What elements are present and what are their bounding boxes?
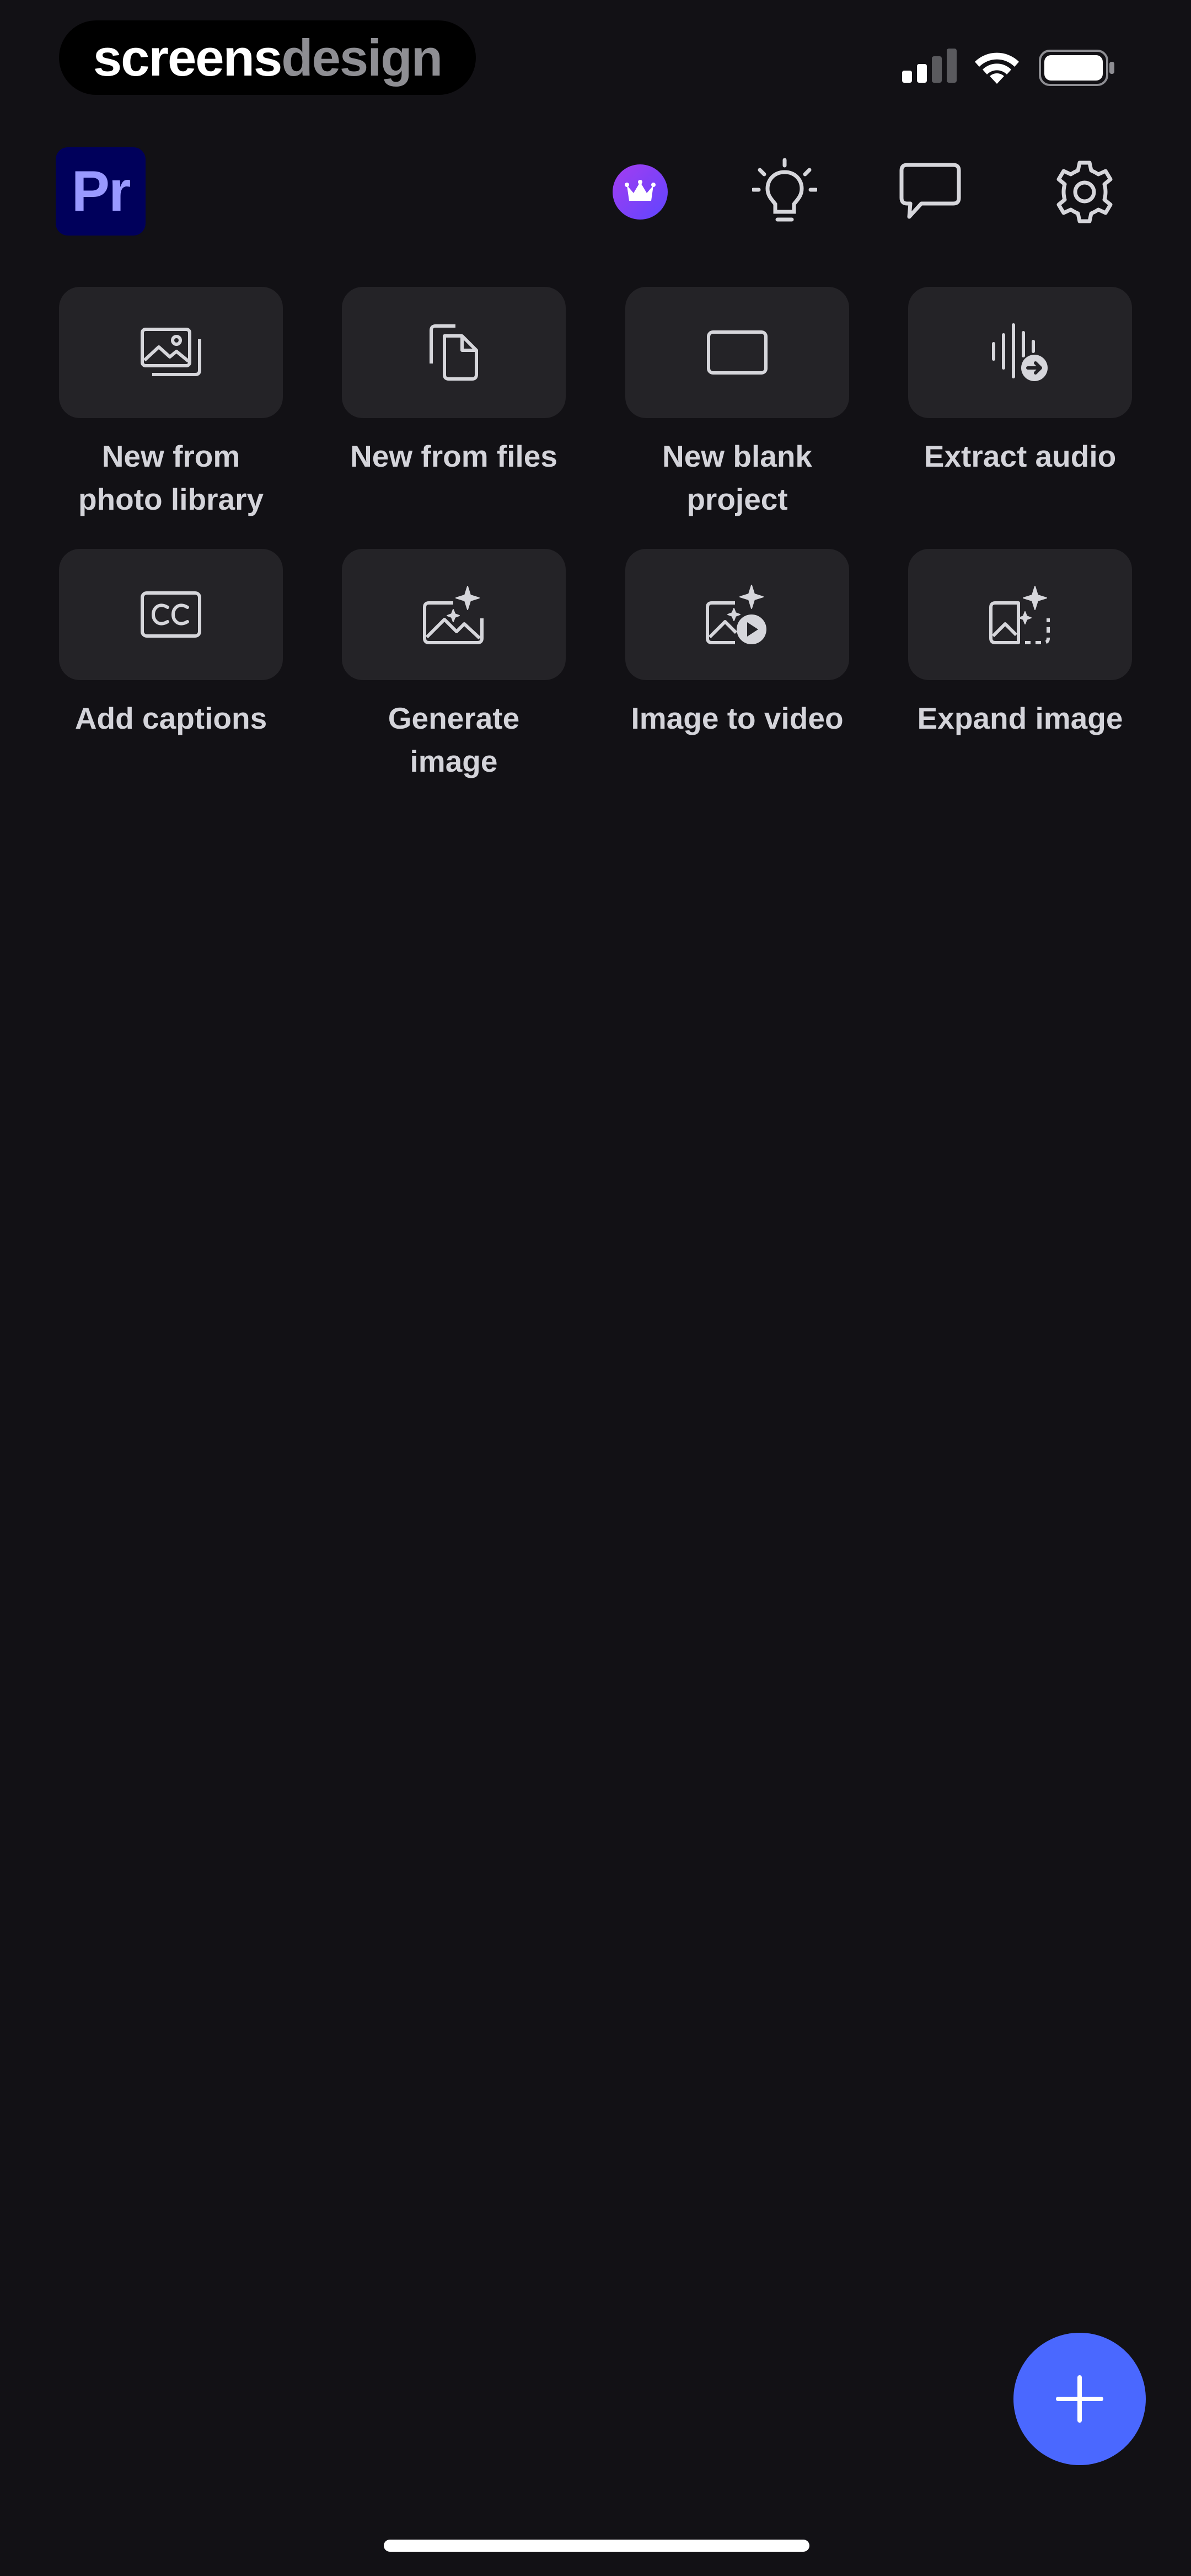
expand-image-button[interactable] <box>908 549 1132 680</box>
new-from-photo-library-tile[interactable]: New from photo library <box>59 287 283 521</box>
settings-button[interactable] <box>1049 156 1120 228</box>
add-captions-tile[interactable]: Add captions <box>59 549 283 740</box>
expand-image-label: Expand image <box>917 701 1123 735</box>
image-to-video-label: Image to video <box>631 701 844 735</box>
cellular-signal-icon <box>902 49 957 83</box>
cc-icon <box>141 591 201 638</box>
create-new-fab[interactable] <box>1013 2333 1146 2465</box>
premiere-app-logo: Pr <box>56 147 146 236</box>
home-indicator[interactable] <box>384 2540 809 2552</box>
extract-audio-button[interactable] <box>908 287 1132 418</box>
new-from-photo-library-button[interactable] <box>59 287 283 418</box>
sparkle-image-icon <box>423 586 484 644</box>
plus-icon <box>1056 2375 1103 2423</box>
crown-icon <box>625 180 656 201</box>
expand-image-icon <box>989 586 1050 644</box>
battery-icon <box>1039 50 1114 86</box>
image-to-video-button[interactable] <box>625 549 849 680</box>
screensdesign-watermark: screens design <box>59 20 476 95</box>
add-captions-button[interactable] <box>59 549 283 680</box>
blank-rectangle-icon <box>707 330 768 375</box>
extract-audio-label: Extract audio <box>924 439 1117 473</box>
image-video-icon <box>706 585 766 644</box>
add-captions-label: Add captions <box>74 701 267 735</box>
new-from-photo-library-label: New from photo library <box>78 439 264 516</box>
watermark-part-1: screens <box>93 28 282 87</box>
generate-image-button[interactable] <box>342 549 566 680</box>
new-blank-project-button[interactable] <box>625 287 849 418</box>
watermark-part-2: design <box>281 28 443 87</box>
gear-icon <box>1056 161 1113 223</box>
photo-library-icon <box>141 328 201 376</box>
expand-image-tile[interactable]: Expand image <box>908 549 1132 740</box>
extract-audio-tile[interactable]: Extract audio <box>908 287 1132 478</box>
new-blank-project-tile[interactable]: New blank project <box>625 287 849 521</box>
feedback-button[interactable] <box>894 156 966 228</box>
new-from-files-tile[interactable]: New from files <box>342 287 566 478</box>
generate-image-label: Generate image <box>388 701 520 778</box>
speech-bubble-icon <box>899 163 961 219</box>
image-to-video-tile[interactable]: Image to video <box>625 549 849 740</box>
premium-badge-button[interactable] <box>613 164 668 220</box>
lightbulb-icon <box>752 158 817 222</box>
wifi-icon <box>975 52 1019 84</box>
new-from-files-label: New from files <box>350 439 557 473</box>
ideas-button[interactable] <box>749 156 820 228</box>
files-icon <box>430 324 478 381</box>
generate-image-tile[interactable]: Generate image <box>342 549 566 783</box>
audio-extract-icon <box>992 323 1048 381</box>
new-from-files-button[interactable] <box>342 287 566 418</box>
new-blank-project-label: New blank project <box>662 439 813 516</box>
